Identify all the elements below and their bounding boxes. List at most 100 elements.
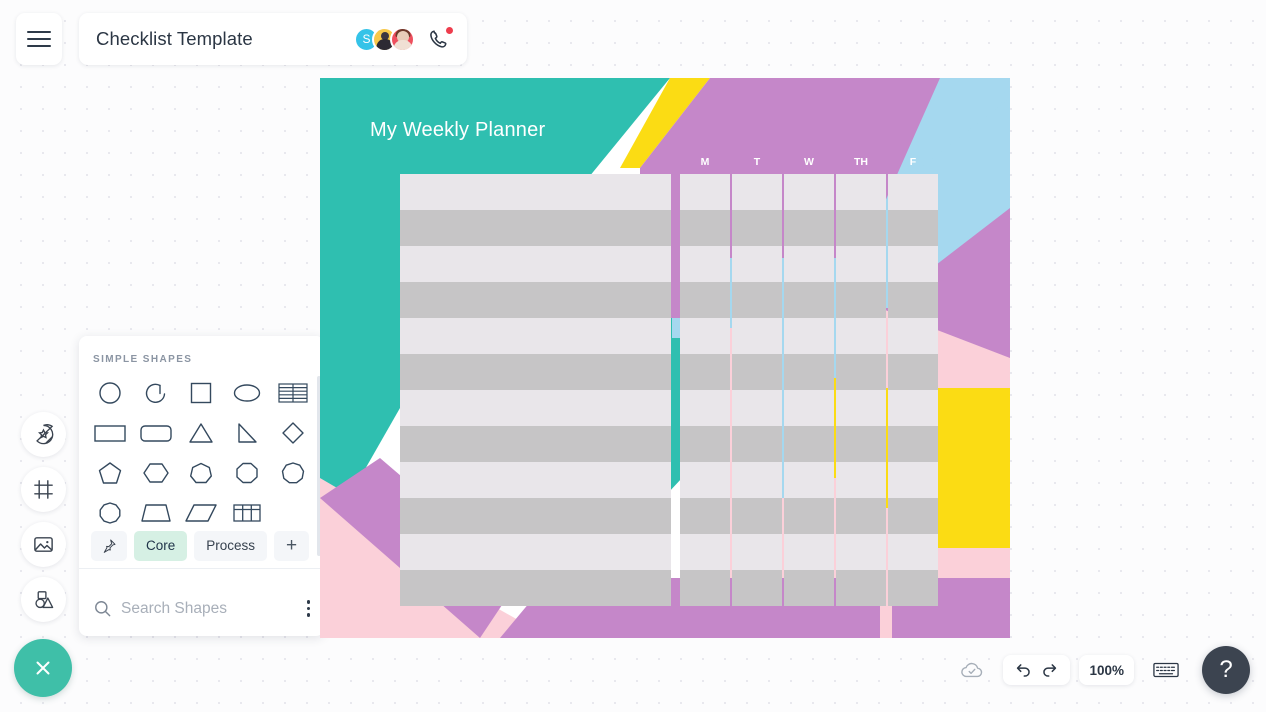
zoom-level-button[interactable]: 100% [1079, 655, 1134, 685]
checkbox-cell[interactable] [888, 318, 938, 354]
checkbox-cell[interactable] [836, 354, 886, 390]
shape-right-triangle[interactable] [224, 415, 270, 451]
call-button[interactable] [426, 25, 454, 52]
checkbox-cell[interactable] [888, 570, 938, 606]
shape-diamond[interactable] [270, 415, 316, 451]
checkbox-cell[interactable] [732, 498, 782, 534]
sidebar-item-frames[interactable] [21, 467, 66, 512]
shape-rectangle[interactable] [87, 415, 133, 451]
shape-heptagon[interactable] [179, 455, 225, 491]
checkbox-cell[interactable] [836, 174, 886, 210]
table-row[interactable] [400, 354, 671, 390]
redo-icon[interactable] [1039, 661, 1060, 680]
tab-pinned[interactable] [91, 530, 127, 561]
save-status-button[interactable] [950, 655, 994, 685]
shape-trapezoid[interactable] [133, 495, 179, 531]
table-row[interactable] [400, 210, 671, 246]
sidebar-item-stickers[interactable] [21, 412, 66, 457]
checkbox-cell[interactable] [888, 390, 938, 426]
checkbox-cell[interactable] [680, 282, 730, 318]
shape-triangle[interactable] [179, 415, 225, 451]
table-row[interactable] [400, 570, 671, 606]
checkbox-cell[interactable] [784, 498, 834, 534]
checkbox-cell[interactable] [888, 210, 938, 246]
checkbox-cell[interactable] [888, 174, 938, 210]
checkbox-cell[interactable] [836, 498, 886, 534]
checkbox-cell[interactable] [732, 462, 782, 498]
checkbox-cell[interactable] [680, 390, 730, 426]
checkbox-cell[interactable] [836, 426, 886, 462]
checkbox-cell[interactable] [888, 498, 938, 534]
shape-decagon[interactable] [87, 495, 133, 531]
checkbox-cell[interactable] [784, 570, 834, 606]
checkbox-cell[interactable] [888, 426, 938, 462]
tab-core[interactable]: Core [134, 530, 188, 561]
shape-pentagon[interactable] [87, 455, 133, 491]
checkbox-cell[interactable] [888, 354, 938, 390]
shape-grid-table[interactable] [224, 495, 270, 531]
checkbox-cell[interactable] [732, 390, 782, 426]
checkbox-cell[interactable] [732, 426, 782, 462]
shape-lined-table[interactable] [270, 375, 316, 411]
checkbox-cell[interactable] [784, 354, 834, 390]
checkbox-cell[interactable] [680, 498, 730, 534]
checkbox-cell[interactable] [680, 246, 730, 282]
checkbox-cell[interactable] [732, 570, 782, 606]
shape-circle[interactable] [87, 375, 133, 411]
tab-add[interactable]: + [274, 530, 310, 561]
checkbox-cell[interactable] [680, 354, 730, 390]
checkbox-cell[interactable] [836, 246, 886, 282]
checkbox-cell[interactable] [732, 246, 782, 282]
close-panel-button[interactable] [14, 639, 72, 697]
checkbox-cell[interactable] [888, 246, 938, 282]
shapes-panel[interactable]: SIMPLE SHAPES Core Process + Search Shap… [79, 336, 324, 636]
checkbox-cell[interactable] [784, 210, 834, 246]
table-row[interactable] [400, 282, 671, 318]
checkbox-cell[interactable] [784, 282, 834, 318]
shape-hexagon[interactable] [133, 455, 179, 491]
checkbox-cell[interactable] [888, 534, 938, 570]
panel-more-button[interactable] [306, 600, 310, 617]
checkbox-cell[interactable] [680, 174, 730, 210]
shape-arc[interactable] [133, 375, 179, 411]
shape-parallelogram[interactable] [179, 495, 225, 531]
checkbox-cell[interactable] [732, 174, 782, 210]
checkbox-cell[interactable] [784, 174, 834, 210]
shape-ellipse[interactable] [224, 375, 270, 411]
checkbox-cell[interactable] [732, 318, 782, 354]
table-row[interactable] [400, 462, 671, 498]
checkbox-cell[interactable] [784, 390, 834, 426]
menu-button[interactable] [16, 13, 62, 65]
shape-square[interactable] [179, 375, 225, 411]
checkbox-cell[interactable] [836, 282, 886, 318]
table-row[interactable] [400, 426, 671, 462]
tab-process[interactable]: Process [194, 530, 268, 561]
sidebar-item-shapes[interactable] [21, 577, 66, 622]
shape-octagon[interactable] [224, 455, 270, 491]
checkbox-cell[interactable] [784, 318, 834, 354]
checkbox-cell[interactable] [836, 570, 886, 606]
checkbox-cell[interactable] [836, 210, 886, 246]
checkbox-cell[interactable] [680, 426, 730, 462]
checkbox-cell[interactable] [836, 390, 886, 426]
canvas-artboard[interactable]: My Weekly Planner M T W TH F [320, 78, 1010, 638]
shape-rounded-rectangle[interactable] [133, 415, 179, 451]
checkbox-cell[interactable] [680, 318, 730, 354]
checkbox-cell[interactable] [680, 462, 730, 498]
checkbox-cell[interactable] [836, 462, 886, 498]
checkbox-cell[interactable] [784, 426, 834, 462]
checkbox-cell[interactable] [680, 534, 730, 570]
avatar[interactable] [390, 26, 415, 52]
checkbox-cell[interactable] [888, 282, 938, 318]
checkbox-cell[interactable] [784, 246, 834, 282]
undo-redo-group[interactable] [1003, 655, 1071, 685]
table-row[interactable] [400, 246, 671, 282]
shape-nonagon[interactable] [270, 455, 316, 491]
table-row[interactable] [400, 390, 671, 426]
undo-icon[interactable] [1013, 661, 1034, 680]
checkbox-cell[interactable] [888, 462, 938, 498]
table-row[interactable] [400, 498, 671, 534]
keyboard-shortcuts-button[interactable] [1143, 655, 1189, 685]
checkbox-cell[interactable] [680, 570, 730, 606]
search-input[interactable] [121, 599, 291, 618]
